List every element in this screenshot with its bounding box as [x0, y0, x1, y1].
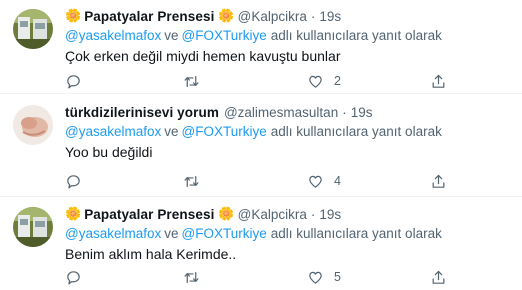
daisy-emoji-icon: 🌼 — [218, 206, 235, 221]
user-handle[interactable]: @zalimesmasultan — [224, 105, 338, 120]
flower-avatar-image — [13, 207, 53, 247]
user-handle[interactable]: @Kalpcikra — [238, 207, 307, 222]
reply-suffix: adlı kullanıcılara yanıt olarak — [270, 124, 442, 139]
avatar[interactable] — [13, 9, 53, 49]
retweet-icon — [184, 175, 199, 187]
heart-icon — [309, 175, 322, 188]
reply-context: @yasakelmafox ve @FOXTurkiye adlı kullan… — [65, 26, 510, 45]
comment-icon — [67, 174, 80, 188]
action-bar: 2 — [65, 72, 510, 90]
tweet[interactable]: 🌼 Papatyalar Prensesi 🌼 @Kalpcikra · 19s… — [0, 0, 522, 94]
retweet-button[interactable] — [183, 268, 200, 286]
share-icon — [432, 74, 445, 88]
reply-joiner: ve — [164, 124, 179, 139]
avatar[interactable] — [13, 105, 53, 145]
mention-link[interactable]: @FOXTurkiye — [182, 28, 267, 43]
heart-icon — [309, 271, 322, 284]
display-name[interactable]: türkdizilerinisevi yorum — [65, 105, 219, 120]
mention-link[interactable]: @FOXTurkiye — [182, 226, 267, 241]
hand-avatar-image — [13, 105, 53, 145]
dot-separator: · — [310, 206, 316, 222]
share-icon — [432, 174, 445, 188]
timestamp[interactable]: 19s — [319, 207, 341, 222]
dot-separator: · — [310, 8, 316, 24]
comment-icon — [67, 74, 80, 88]
like-button[interactable]: 4 — [307, 172, 341, 190]
retweet-icon — [184, 271, 199, 283]
share-icon — [432, 270, 445, 284]
reply-context: @yasakelmafox ve @FOXTurkiye adlı kullan… — [65, 122, 510, 141]
comment-icon — [67, 270, 80, 284]
daisy-emoji-icon: 🌼 — [218, 8, 235, 23]
daisy-emoji-icon: 🌼 — [65, 206, 82, 221]
mention-link[interactable]: @yasakelmafox — [65, 226, 161, 241]
mention-link[interactable]: @yasakelmafox — [65, 124, 161, 139]
mention-link[interactable]: @FOXTurkiye — [182, 124, 267, 139]
retweet-button[interactable] — [183, 72, 200, 90]
reply-suffix: adlı kullanıcılara yanıt olarak — [270, 28, 442, 43]
daisy-emoji-icon: 🌼 — [65, 8, 82, 23]
like-count: 2 — [334, 74, 341, 88]
user-handle[interactable]: @Kalpcikra — [238, 9, 307, 24]
tweet-text: Çok erken değil miydi hemen kavuştu bunl… — [65, 48, 341, 64]
reply-suffix: adlı kullanıcılara yanıt olarak — [270, 226, 442, 241]
reply-button[interactable] — [65, 268, 82, 286]
like-count: 5 — [334, 270, 341, 284]
reply-button[interactable] — [65, 72, 82, 90]
display-name[interactable]: Papatyalar Prensesi — [84, 9, 214, 24]
timestamp[interactable]: 19s — [351, 105, 373, 120]
tweet[interactable]: 🌼 Papatyalar Prensesi 🌼 @Kalpcikra · 19s… — [0, 197, 522, 290]
share-button[interactable] — [430, 268, 447, 286]
tweet[interactable]: türkdizilerinisevi yorum @zalimesmasulta… — [0, 94, 522, 197]
display-name[interactable]: Papatyalar Prensesi — [84, 207, 214, 222]
retweet-icon — [184, 75, 199, 87]
retweet-button[interactable] — [183, 172, 200, 190]
mention-link[interactable]: @yasakelmafox — [65, 28, 161, 43]
reply-joiner: ve — [164, 28, 179, 43]
flower-avatar-image — [13, 9, 53, 49]
timestamp[interactable]: 19s — [319, 9, 341, 24]
like-button[interactable]: 5 — [307, 268, 341, 286]
reply-button[interactable] — [65, 172, 82, 190]
share-button[interactable] — [430, 72, 447, 90]
avatar[interactable] — [13, 207, 53, 247]
like-count: 4 — [334, 174, 341, 188]
tweet-text: Yoo bu değildi — [65, 144, 153, 160]
tweet-text: Benim aklım hala Kerimde.. — [65, 246, 237, 262]
action-bar: 5 — [65, 268, 510, 286]
heart-icon — [309, 75, 322, 88]
share-button[interactable] — [430, 172, 447, 190]
reply-context: @yasakelmafox ve @FOXTurkiye adlı kullan… — [65, 224, 510, 243]
reply-joiner: ve — [164, 226, 179, 241]
dot-separator: · — [342, 104, 347, 120]
action-bar: 4 — [65, 172, 510, 190]
like-button[interactable]: 2 — [307, 72, 341, 90]
